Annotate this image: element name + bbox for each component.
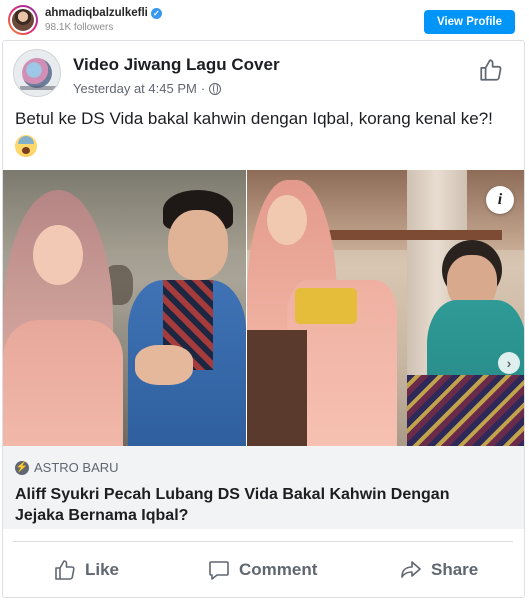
chevron-right-icon[interactable]: › xyxy=(498,352,520,374)
post-photo-right[interactable]: i › xyxy=(247,170,524,446)
like-button[interactable]: Like xyxy=(53,555,119,585)
profile-avatar[interactable] xyxy=(8,5,38,35)
actions-divider xyxy=(13,541,513,542)
post-text: Betul ke DS Vida bakal kahwin dengan Iqb… xyxy=(15,107,515,157)
like-label: Like xyxy=(85,560,120,579)
page-avatar[interactable] xyxy=(13,49,61,97)
meta-separator: · xyxy=(200,81,206,96)
info-icon[interactable]: i xyxy=(486,186,514,214)
thumbs-up-icon[interactable] xyxy=(478,57,504,83)
link-headline[interactable]: Aliff Syukri Pecah Lubang DS Vida Bakal … xyxy=(15,484,495,526)
profile-username[interactable]: ahmadiqbalzulkefli ✓ xyxy=(45,7,162,19)
comment-label: Comment xyxy=(239,560,318,579)
thumbs-up-icon xyxy=(55,560,75,580)
username-text[interactable]: ahmadiqbalzulkefli xyxy=(45,7,148,19)
bolt-icon: ⚡ xyxy=(15,460,29,475)
comment-button[interactable]: Comment xyxy=(207,555,317,585)
link-source: ⚡ ASTRO BARU xyxy=(15,460,119,475)
share-label: Share xyxy=(431,560,479,579)
page-name[interactable]: Video Jiwang Lagu Cover xyxy=(73,55,280,75)
share-arrow-icon xyxy=(401,561,421,578)
post-meta: Yesterday at 4:45 PM · xyxy=(73,81,222,96)
share-button[interactable]: Share xyxy=(399,555,478,585)
link-preview[interactable]: ⚡ ASTRO BARU Aliff Syukri Pecah Lubang D… xyxy=(3,446,524,529)
follower-count: 98.1K followers xyxy=(45,22,114,33)
post-timestamp[interactable]: Yesterday at 4:45 PM xyxy=(73,81,197,96)
globe-icon xyxy=(209,82,222,95)
post-text-content: Betul ke DS Vida bakal kahwin dengan Iqb… xyxy=(15,109,493,128)
profile-header: ahmadiqbalzulkefli ✓ 98.1K followers Vie… xyxy=(0,0,529,40)
embedded-post-card: Video Jiwang Lagu Cover Yesterday at 4:4… xyxy=(2,40,525,598)
comment-icon xyxy=(209,561,229,580)
fearful-face-emoji xyxy=(15,135,37,157)
post-photo-left[interactable] xyxy=(3,170,246,446)
link-source-text: ASTRO BARU xyxy=(34,460,119,475)
view-profile-button[interactable]: View Profile xyxy=(424,10,515,34)
verified-badge-icon: ✓ xyxy=(150,7,162,19)
